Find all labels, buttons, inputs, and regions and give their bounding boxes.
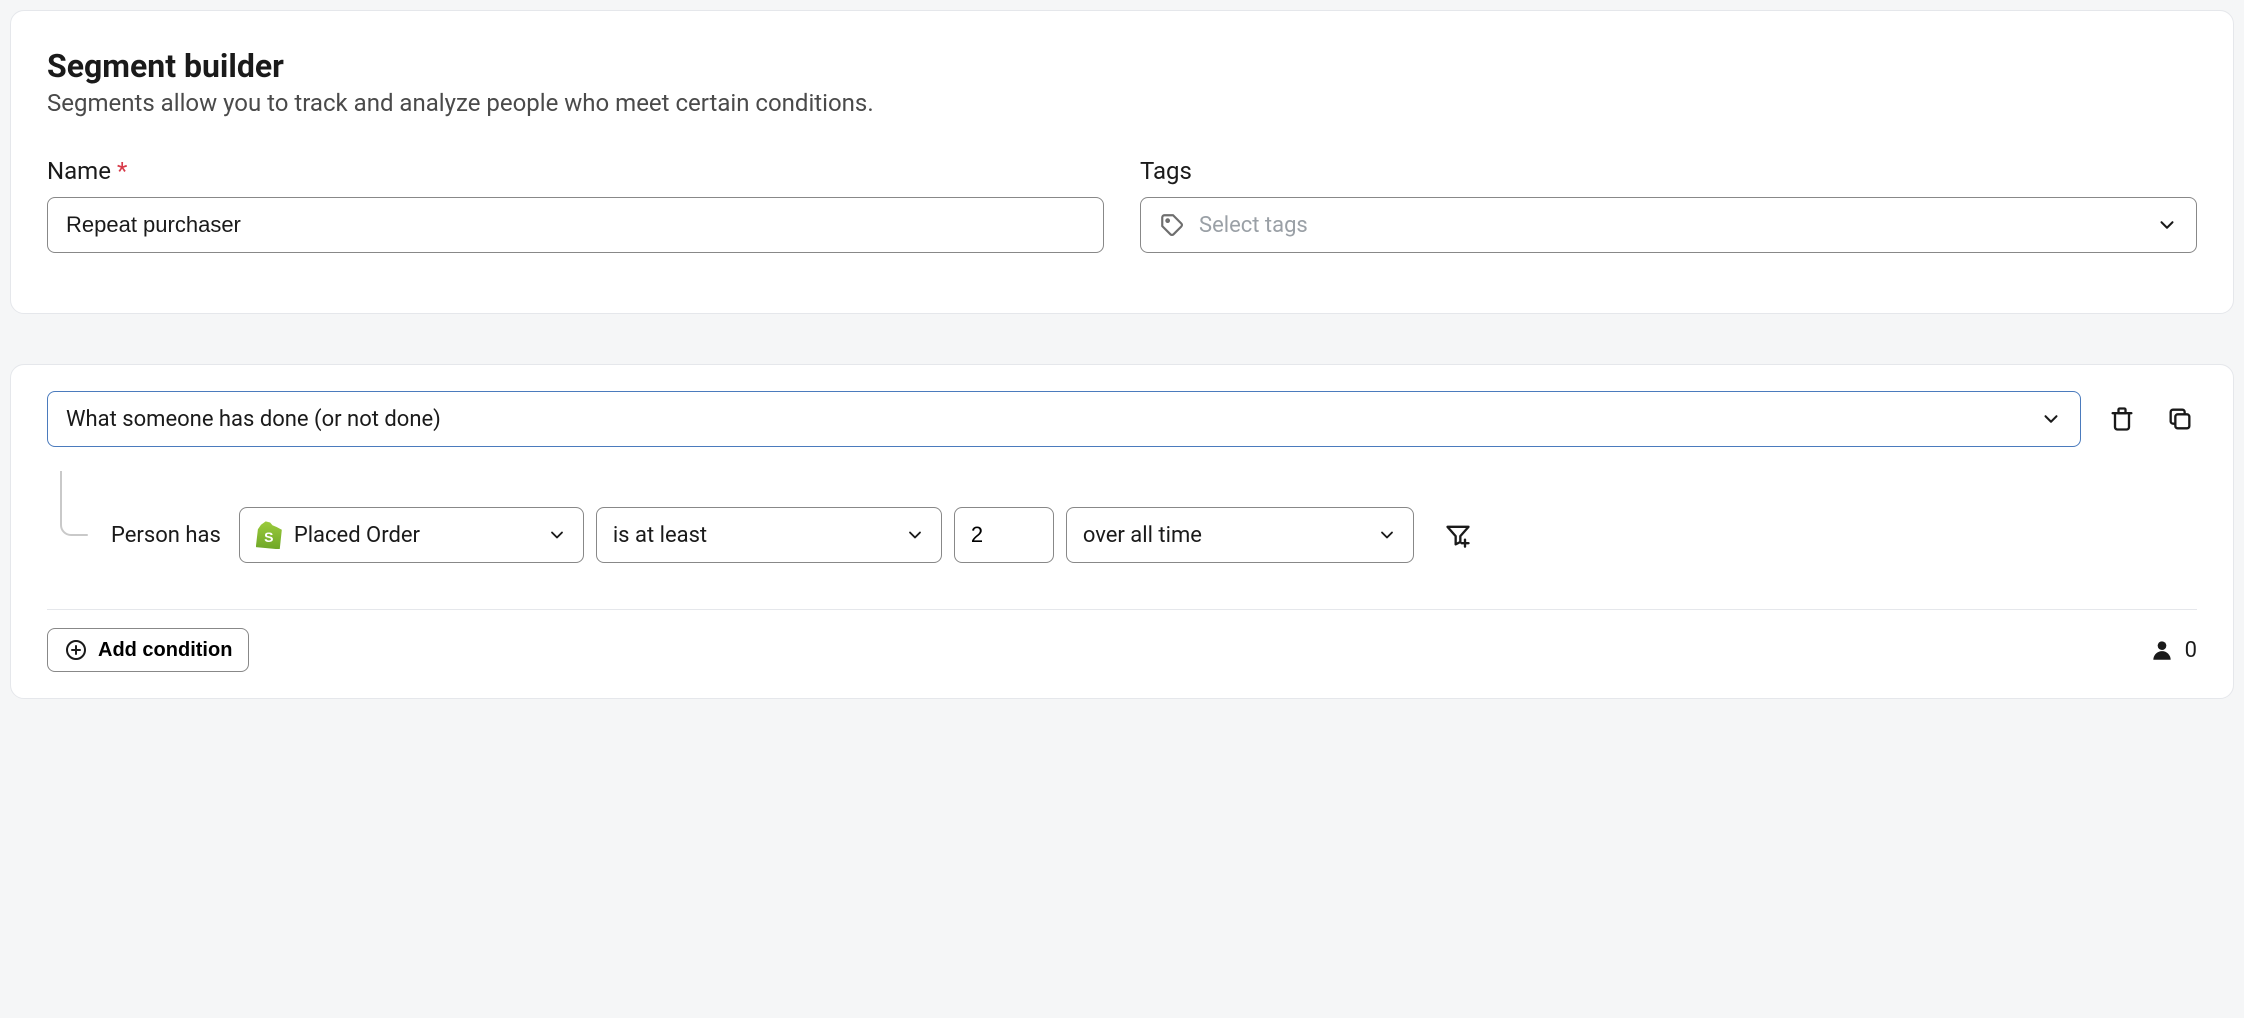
segment-header-card: Segment builder Segments allow you to tr… [10,10,2234,314]
event-value: Placed Order [294,523,420,548]
add-filter-button[interactable] [1444,521,1472,549]
plus-circle-icon [64,638,88,662]
delete-condition-button[interactable] [2105,402,2139,436]
duplicate-condition-button[interactable] [2163,402,2197,436]
footer-row: Add condition 0 [47,628,2197,672]
person-icon [2149,637,2175,663]
page-title: Segment builder [47,47,2197,85]
name-label: Name* [47,157,1104,185]
tags-placeholder: Select tags [1199,213,1308,238]
condition-type-select[interactable]: What someone has done (or not done) [47,391,2081,447]
form-row: Name* Tags Select tags [47,157,2197,253]
connector-line [55,471,91,563]
copy-icon [2166,405,2194,433]
chevron-down-icon [905,525,925,545]
condition-top-row: What someone has done (or not done) [47,391,2197,447]
add-condition-button[interactable]: Add condition [47,628,249,672]
timeframe-value: over all time [1083,523,1202,548]
name-label-text: Name [47,157,111,185]
conditions-card: What someone has done (or not done) [10,364,2234,699]
condition-inner: Person has Placed Order is at least [47,471,2197,563]
trash-icon [2108,405,2136,433]
people-count-value: 0 [2185,638,2197,663]
operator-value: is at least [613,523,707,548]
timeframe-select[interactable]: over all time [1066,507,1414,563]
filter-icon [1444,521,1472,549]
shopify-icon [256,521,282,549]
name-input[interactable] [47,197,1104,253]
operator-select[interactable]: is at least [596,507,942,563]
tags-select[interactable]: Select tags [1140,197,2197,253]
divider [47,609,2197,610]
people-count: 0 [2149,637,2197,663]
chevron-down-icon [2156,214,2178,236]
condition-type-value: What someone has done (or not done) [66,407,441,432]
count-input[interactable] [954,507,1054,563]
add-condition-label: Add condition [98,639,232,662]
condition-fields: Person has Placed Order is at least [91,471,2197,563]
tag-icon [1159,212,1185,238]
required-indicator: * [117,157,127,185]
tags-select-left: Select tags [1159,212,1308,238]
tags-label: Tags [1140,157,2197,185]
name-field-col: Name* [47,157,1104,253]
page-subtitle: Segments allow you to track and analyze … [47,89,2197,117]
condition-prefix-label: Person has [111,523,221,548]
event-select[interactable]: Placed Order [239,507,584,563]
chevron-down-icon [547,525,567,545]
chevron-down-icon [2040,408,2062,430]
tags-field-col: Tags Select tags [1140,157,2197,253]
chevron-down-icon [1377,525,1397,545]
